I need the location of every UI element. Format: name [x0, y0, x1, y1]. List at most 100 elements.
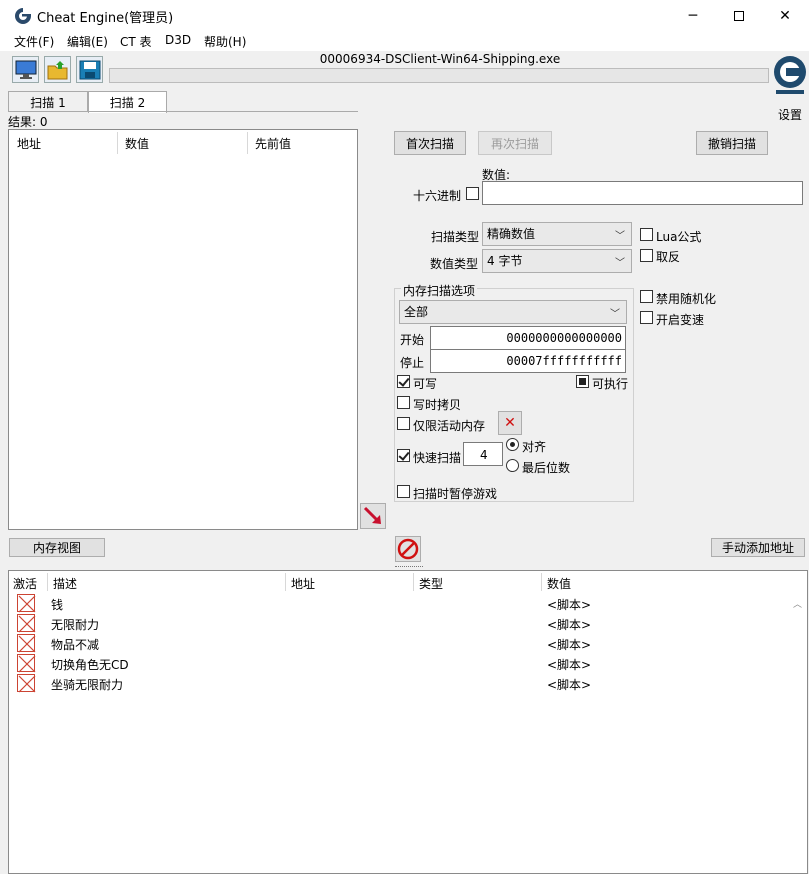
last-digits-label: 最后位数: [522, 461, 571, 475]
menu-d3d[interactable]: D3D: [165, 33, 191, 47]
column-separator: [413, 573, 414, 591]
column-address[interactable]: 地址: [291, 575, 315, 592]
add-to-list-arrow-icon[interactable]: [360, 503, 386, 529]
column-active[interactable]: 激活: [13, 575, 37, 592]
scroll-up-icon[interactable]: ︿: [793, 597, 802, 610]
close-button[interactable]: ✕: [762, 0, 808, 31]
menu-table[interactable]: CT 表: [120, 33, 152, 50]
column-type[interactable]: 类型: [419, 575, 443, 592]
row-value: <脚本>: [547, 638, 592, 652]
column-description[interactable]: 描述: [53, 575, 77, 592]
active-memory-label: 仅限活动内存: [413, 419, 486, 433]
close-x-icon[interactable]: ✕: [498, 411, 522, 435]
cheat-engine-icon: [14, 7, 32, 25]
writable-checkbox[interactable]: [397, 375, 410, 388]
table-row[interactable]: 坐骑无限耐力 <脚本>: [15, 673, 805, 693]
scan-type-select[interactable]: 精确数值 ﹀: [482, 222, 632, 246]
activate-checkbox[interactable]: [17, 674, 36, 693]
copy-on-write-label: 写时拷贝: [413, 398, 462, 412]
maximize-button[interactable]: [716, 0, 762, 31]
settings-label[interactable]: 设置: [778, 106, 802, 123]
column-value[interactable]: 数值: [547, 575, 571, 592]
process-name: 00006934-DSClient-Win64-Shipping.exe: [319, 52, 561, 66]
row-description: 坐骑无限耐力: [51, 678, 124, 692]
hex-checkbox[interactable]: [466, 187, 479, 200]
menu-edit[interactable]: 编辑(E): [67, 33, 108, 50]
floppy-disk-icon: [79, 60, 100, 79]
minimize-button[interactable]: ─: [670, 0, 716, 31]
result-count: 结果: 0: [8, 115, 48, 129]
table-row[interactable]: 钱 <脚本>: [15, 593, 805, 613]
activate-checkbox[interactable]: [17, 654, 36, 673]
stop-sign-icon[interactable]: [395, 536, 421, 562]
not-checkbox[interactable]: [640, 249, 653, 262]
hex-label: 十六进制: [413, 189, 462, 203]
column-separator: [117, 132, 118, 154]
stop-address-input[interactable]: 00007fffffffffff: [430, 349, 626, 373]
row-description: 钱: [51, 598, 64, 612]
align-radio[interactable]: [506, 438, 519, 451]
writable-label: 可写: [413, 377, 438, 391]
activate-checkbox[interactable]: [17, 634, 36, 653]
add-address-manually-button[interactable]: 手动添加地址: [711, 538, 805, 557]
not-label: 取反: [656, 250, 681, 264]
column-value[interactable]: 数值: [125, 135, 149, 152]
fast-scan-label: 快速扫描: [413, 451, 462, 465]
pause-game-label: 扫描时暂停游戏: [413, 487, 498, 501]
column-separator: [285, 573, 286, 591]
speedhack-label: 开启变速: [656, 313, 705, 327]
start-address-input[interactable]: 0000000000000000: [430, 326, 626, 350]
align-label: 对齐: [522, 440, 547, 454]
save-button[interactable]: [76, 56, 103, 83]
tab-scan-1[interactable]: 扫描 1: [8, 91, 88, 112]
memory-view-button[interactable]: 内存视图: [9, 538, 105, 557]
row-description: 切换角色无CD: [51, 658, 129, 672]
activate-checkbox[interactable]: [17, 614, 36, 633]
row-value: <脚本>: [547, 678, 592, 692]
menu-file[interactable]: 文件(F): [14, 33, 54, 50]
memory-region-value: 全部: [404, 305, 429, 319]
column-address[interactable]: 地址: [17, 135, 41, 152]
speedhack-checkbox[interactable]: [640, 311, 653, 324]
row-value: <脚本>: [547, 618, 592, 632]
memory-region-select[interactable]: 全部 ﹀: [399, 300, 627, 324]
result-list[interactable]: 地址 数值 先前值: [8, 129, 358, 530]
vertical-scrollbar[interactable]: ︿: [791, 593, 805, 871]
chevron-down-icon: ﹀: [610, 309, 620, 320]
undo-scan-button[interactable]: 撤销扫描: [696, 131, 768, 155]
open-process-button[interactable]: [12, 56, 39, 83]
lua-formula-checkbox[interactable]: [640, 228, 653, 241]
window-title: Cheat Engine(管理员): [37, 11, 174, 26]
start-label: 开始: [400, 333, 425, 347]
column-previous[interactable]: 先前值: [255, 135, 291, 152]
value-type-select[interactable]: 4 字节 ﹀: [482, 249, 632, 273]
table-row[interactable]: 切换角色无CD <脚本>: [15, 653, 805, 673]
first-scan-button[interactable]: 首次扫描: [394, 131, 466, 155]
menu-help[interactable]: 帮助(H): [204, 33, 246, 50]
column-separator: [47, 573, 48, 591]
fast-scan-checkbox[interactable]: [397, 449, 410, 462]
value-input[interactable]: [482, 181, 803, 205]
table-row[interactable]: 无限耐力 <脚本>: [15, 613, 805, 633]
settings-logo-icon[interactable]: [772, 52, 808, 98]
activate-checkbox[interactable]: [17, 594, 36, 613]
copy-on-write-checkbox[interactable]: [397, 396, 410, 409]
last-digits-radio[interactable]: [506, 459, 519, 472]
open-file-button[interactable]: [44, 56, 71, 83]
lua-formula-label: Lua公式: [656, 230, 702, 244]
next-scan-button[interactable]: 再次扫描: [478, 131, 552, 155]
cheat-table[interactable]: 激活 描述 地址 类型 数值 钱 <脚本> 无限耐力 <脚本> 物品不减 <脚本…: [8, 570, 808, 874]
pause-game-checkbox[interactable]: [397, 485, 410, 498]
chevron-down-icon: ﹀: [615, 231, 625, 242]
disable-random-checkbox[interactable]: [640, 290, 653, 303]
scan-progress-bar: [109, 68, 769, 83]
chevron-down-icon: ﹀: [615, 258, 625, 269]
folder-open-icon: [47, 60, 67, 79]
monitor-icon: [15, 60, 36, 79]
executable-checkbox[interactable]: [576, 375, 589, 388]
tab-divider: [8, 111, 358, 112]
fast-scan-input[interactable]: 4: [463, 442, 503, 466]
table-row[interactable]: 物品不减 <脚本>: [15, 633, 805, 653]
tab-scan-2[interactable]: 扫描 2: [88, 91, 167, 113]
active-memory-checkbox[interactable]: [397, 417, 410, 430]
